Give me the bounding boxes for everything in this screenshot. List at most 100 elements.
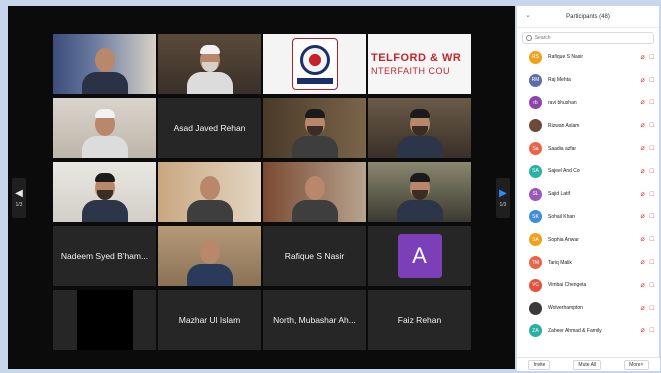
page-indicator: 1/3 bbox=[15, 201, 23, 208]
camera-off-icon[interactable]: □ bbox=[650, 54, 654, 61]
participant-status: ⌀ □ bbox=[641, 259, 654, 266]
mic-muted-icon[interactable]: ⌀ bbox=[641, 168, 645, 175]
search-input[interactable] bbox=[534, 35, 653, 41]
video-tile[interactable] bbox=[53, 34, 156, 94]
avatar: SA bbox=[529, 233, 542, 247]
panel-header: ⌄ Participants (48) bbox=[517, 6, 659, 28]
video-tile[interactable] bbox=[53, 162, 156, 222]
video-gallery: ◀ 1/3 ▶ 1/3 TELFORD & WR NTERFAITH COU A… bbox=[8, 6, 515, 369]
mic-muted-icon[interactable]: ⌀ bbox=[641, 305, 645, 312]
avatar: Sa bbox=[529, 142, 542, 156]
crest-logo bbox=[291, 38, 338, 90]
participant-name: Rafique S Nasir bbox=[548, 54, 584, 61]
mic-muted-icon[interactable]: ⌀ bbox=[641, 191, 645, 198]
participant-row[interactable]: SL Sajid Latif ⌀ □ bbox=[517, 183, 660, 206]
video-tile[interactable]: Asad Javed Rehan bbox=[158, 98, 261, 158]
participant-status: ⌀ □ bbox=[641, 327, 654, 334]
participant-row[interactable]: RS Rafique S Nasir ⌀ □ bbox=[517, 46, 660, 69]
participant-status: ⌀ □ bbox=[641, 122, 654, 129]
mic-muted-icon[interactable]: ⌀ bbox=[641, 77, 645, 84]
page-indicator: 1/3 bbox=[499, 201, 507, 208]
participant-name: Sajeel And Co bbox=[548, 168, 580, 175]
mic-muted-icon[interactable]: ⌀ bbox=[641, 282, 645, 289]
mic-muted-icon[interactable]: ⌀ bbox=[641, 145, 645, 152]
mute-all-button[interactable]: Mute All bbox=[573, 359, 602, 370]
participant-name: Sajid Latif bbox=[548, 191, 570, 198]
mic-muted-icon[interactable]: ⌀ bbox=[641, 99, 645, 106]
camera-off-icon[interactable]: □ bbox=[650, 122, 654, 129]
video-tile[interactable]: North, Mubashar Ah... bbox=[263, 290, 366, 350]
participant-name: Sohail Khan bbox=[548, 213, 575, 220]
video-tile[interactable] bbox=[53, 290, 156, 350]
chevron-down-icon[interactable]: ⌄ bbox=[525, 11, 531, 19]
panel-title: Participants (48) bbox=[566, 13, 610, 20]
participant-status: ⌀ □ bbox=[641, 213, 654, 220]
participant-row[interactable]: ZA Zaheer Ahmad & Family ⌀ □ bbox=[517, 320, 660, 343]
participant-video bbox=[396, 106, 443, 158]
avatar: rb bbox=[529, 96, 542, 110]
camera-off-icon[interactable]: □ bbox=[650, 168, 654, 175]
camera-off-icon[interactable]: □ bbox=[650, 99, 654, 106]
video-tile[interactable]: Mazhar Ul Islam bbox=[158, 290, 261, 350]
video-tile[interactable] bbox=[158, 162, 261, 222]
next-page-button[interactable]: ▶ 1/3 bbox=[496, 178, 510, 218]
participant-name: Zaheer Ahmad & Family bbox=[548, 327, 602, 334]
participant-row[interactable]: Sa Saadia azfar ⌀ □ bbox=[517, 137, 660, 160]
avatar: TM bbox=[529, 256, 542, 270]
camera-off-icon[interactable]: □ bbox=[650, 305, 654, 312]
camera-off-icon[interactable]: □ bbox=[650, 77, 654, 84]
avatar: SL bbox=[529, 187, 542, 201]
avatar bbox=[529, 301, 542, 315]
avatar: RM bbox=[529, 73, 542, 87]
video-tile[interactable]: Rafique S Nasir bbox=[263, 226, 366, 286]
video-tile[interactable] bbox=[368, 162, 471, 222]
participant-video bbox=[186, 170, 233, 222]
video-tile[interactable] bbox=[263, 162, 366, 222]
search-box[interactable] bbox=[522, 32, 654, 44]
mic-muted-icon[interactable]: ⌀ bbox=[641, 54, 645, 61]
video-tile[interactable] bbox=[158, 34, 261, 94]
participant-name: Wolverhampton bbox=[548, 305, 583, 312]
participant-video bbox=[291, 106, 338, 158]
participant-name: Nadeem Syed B'ham... bbox=[60, 251, 149, 261]
participant-video bbox=[81, 42, 128, 94]
participant-row[interactable]: Wolverhampton ⌀ □ bbox=[517, 297, 660, 320]
camera-off-icon[interactable]: □ bbox=[650, 327, 654, 334]
mic-muted-icon[interactable]: ⌀ bbox=[641, 213, 645, 220]
participant-row[interactable]: rb ravi bhushan ⌀ □ bbox=[517, 92, 660, 115]
participant-row[interactable]: RM Raj Mehta ⌀ □ bbox=[517, 69, 660, 92]
camera-off-icon[interactable]: □ bbox=[650, 191, 654, 198]
participant-row[interactable]: TM Tariq Malik ⌀ □ bbox=[517, 251, 660, 274]
participant-name: Mazhar Ul Islam bbox=[178, 315, 241, 325]
video-tile[interactable]: A bbox=[368, 226, 471, 286]
camera-off-icon[interactable]: □ bbox=[650, 282, 654, 289]
participant-row[interactable]: SA Sajeel And Co ⌀ □ bbox=[517, 160, 660, 183]
participant-row[interactable]: SA Sophia Anwar ⌀ □ bbox=[517, 228, 660, 251]
video-tile[interactable] bbox=[263, 98, 366, 158]
participant-row[interactable]: VC Vimbai Chengeta ⌀ □ bbox=[517, 274, 660, 297]
participant-name: Rizwan Aslam bbox=[548, 122, 580, 129]
video-tile[interactable]: Faiz Rehan bbox=[368, 290, 471, 350]
mic-muted-icon[interactable]: ⌀ bbox=[641, 122, 645, 129]
participant-row[interactable]: Rizwan Aslam ⌀ □ bbox=[517, 114, 660, 137]
video-tile[interactable] bbox=[263, 34, 366, 94]
video-tile[interactable] bbox=[53, 98, 156, 158]
camera-off-icon[interactable]: □ bbox=[650, 259, 654, 266]
more-button[interactable]: More˅ bbox=[624, 359, 649, 370]
camera-off-icon[interactable]: □ bbox=[650, 213, 654, 220]
mic-muted-icon[interactable]: ⌀ bbox=[641, 327, 645, 334]
camera-off-icon[interactable]: □ bbox=[650, 145, 654, 152]
camera-off-icon[interactable]: □ bbox=[650, 236, 654, 243]
panel-footer: Invite Mute All More˅ bbox=[517, 357, 660, 371]
video-tile[interactable]: TELFORD & WR NTERFAITH COU bbox=[368, 34, 471, 94]
participant-name: Tariq Malik bbox=[548, 259, 572, 266]
active-speaker-tile[interactable] bbox=[158, 226, 261, 286]
participant-status: ⌀ □ bbox=[641, 145, 654, 152]
video-tile[interactable]: Nadeem Syed B'ham... bbox=[53, 226, 156, 286]
video-tile[interactable] bbox=[368, 98, 471, 158]
mic-muted-icon[interactable]: ⌀ bbox=[641, 259, 645, 266]
prev-page-button[interactable]: ◀ 1/3 bbox=[12, 178, 26, 218]
invite-button[interactable]: Invite bbox=[528, 359, 551, 370]
participant-row[interactable]: SK Sohail Khan ⌀ □ bbox=[517, 206, 660, 229]
mic-muted-icon[interactable]: ⌀ bbox=[641, 236, 645, 243]
